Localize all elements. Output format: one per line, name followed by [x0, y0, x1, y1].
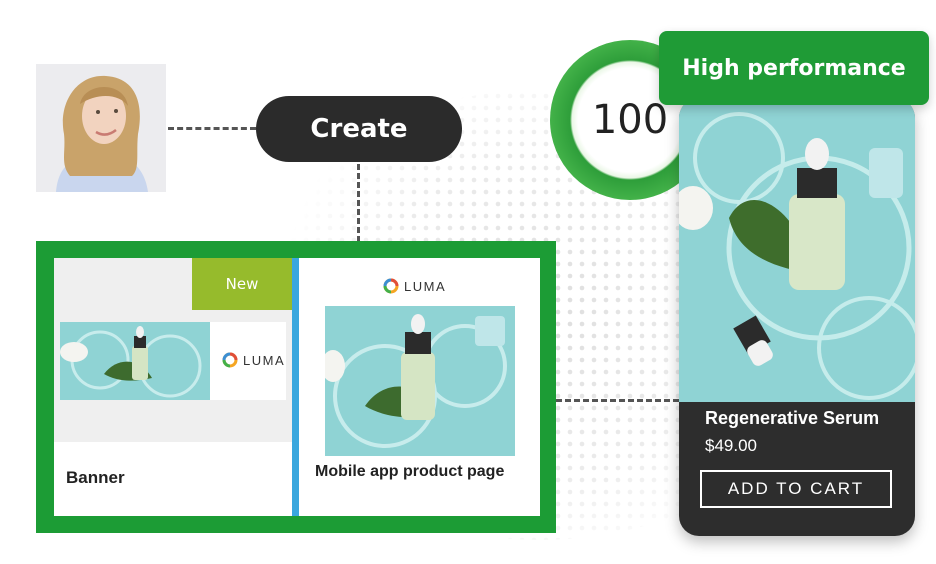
add-to-cart-label: ADD TO CART	[727, 479, 865, 498]
product-card: Regenerative Serum $49.00 ADD TO CART	[679, 98, 915, 536]
luma-brand-text: LUMA	[404, 278, 447, 294]
new-badge-label: New	[225, 275, 259, 293]
avatar	[36, 64, 166, 192]
mobile-preview: LUMA	[325, 268, 515, 458]
serum-product-photo	[325, 306, 515, 456]
mobile-card-title: Mobile app product page	[315, 463, 505, 480]
product-price: $49.00	[705, 436, 757, 455]
luma-logo: LUMA	[383, 278, 446, 294]
luma-logo: LUMA	[222, 352, 285, 368]
connector-avatar-create	[168, 127, 256, 130]
banner-card-title: Banner	[66, 468, 125, 487]
high-performance-badge: High performance	[659, 31, 929, 105]
person-photo	[36, 64, 166, 192]
high-performance-label: High performance	[682, 55, 906, 81]
banner-card[interactable]: New LUMA Banner	[54, 258, 292, 516]
luma-brand-text: LUMA	[243, 352, 286, 368]
luma-icon	[383, 278, 399, 294]
banner-image: LUMA	[60, 322, 286, 400]
add-to-cart-button[interactable]: ADD TO CART	[700, 470, 892, 508]
product-image	[679, 98, 915, 402]
product-name: Regenerative Serum	[705, 408, 880, 428]
create-button[interactable]: Create	[256, 96, 462, 162]
create-button-label: Create	[310, 114, 408, 144]
luma-icon	[222, 352, 238, 368]
serum-hero-photo	[679, 98, 915, 402]
connector-create-cards	[357, 164, 360, 242]
mobile-product-page-card[interactable]: LUMA Mobile app product page	[299, 258, 540, 516]
connector-cards-product	[556, 399, 679, 402]
selected-card-indicator	[292, 258, 299, 516]
new-badge: New	[192, 258, 292, 310]
